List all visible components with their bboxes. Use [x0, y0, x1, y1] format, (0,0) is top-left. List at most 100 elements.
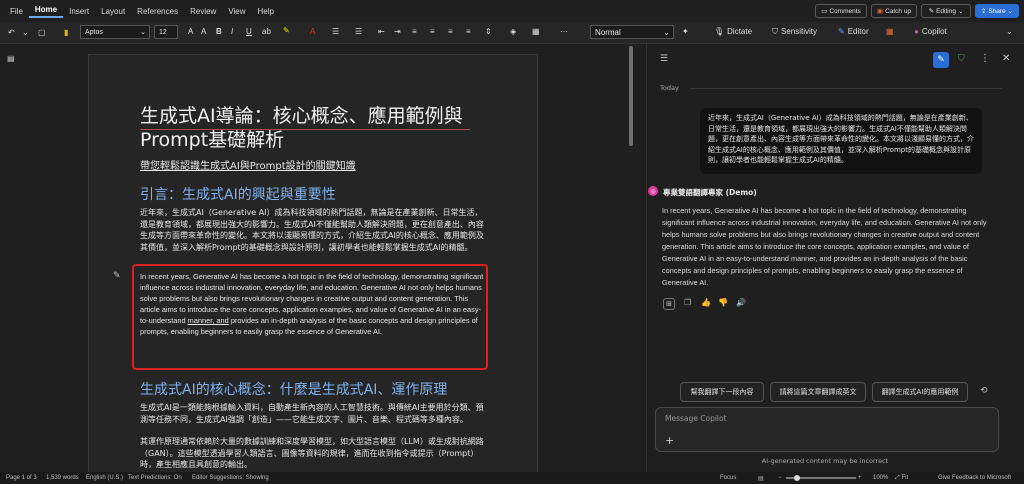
title-underline: [140, 129, 470, 130]
zoom-level[interactable]: 100%: [873, 475, 888, 481]
styles-pane-icon[interactable]: ✦: [682, 27, 689, 36]
align-left-icon[interactable]: ≡: [412, 27, 417, 36]
align-center-icon[interactable]: ≡: [430, 27, 435, 36]
chevron-down-icon: ⌄: [663, 27, 670, 37]
suggestion-chip-3[interactable]: 翻譯生成式AI的應用範例: [872, 382, 968, 402]
heading-core-concepts[interactable]: 生成式AI的核心概念：什麼是生成式AI、運作原理: [140, 379, 447, 399]
share-label: Share: [988, 7, 1006, 15]
add-ins-icon[interactable]: ▦: [886, 27, 894, 36]
menu-file[interactable]: File: [4, 7, 29, 16]
catch-up-icon: ▣: [876, 8, 884, 15]
numbering-icon[interactable]: ☰: [355, 27, 362, 36]
paragraph-core-1[interactable]: 生成式AI是一類能夠根據輸入資料，自動產生新內容的人工智慧技術。與傳統AI主要用…: [140, 402, 485, 425]
thumbs-down-icon[interactable]: 👎: [718, 298, 728, 307]
suggestion-chip-1[interactable]: 幫我翻譯下一段內容: [680, 382, 764, 402]
date-divider-line: [690, 88, 1002, 89]
thumbs-up-icon[interactable]: 👍: [701, 298, 711, 307]
feedback-link[interactable]: Give Feedback to Microsoft: [938, 475, 1011, 481]
copy-icon[interactable]: ❐: [684, 298, 691, 307]
increase-indent-icon[interactable]: ⇥: [394, 27, 401, 36]
clipboard-icon[interactable]: ▢: [38, 28, 46, 37]
share-button[interactable]: ⇪ Share ⌄: [975, 4, 1019, 18]
focus-mode-button[interactable]: Focus: [720, 475, 736, 481]
protected-shield-icon[interactable]: ⛉: [958, 54, 965, 64]
word-count[interactable]: 1,539 words: [46, 475, 79, 481]
page-count[interactable]: Page 1 of 3: [6, 475, 37, 481]
paragraph-core-2[interactable]: 其運作原理通常依賴於大量的數據訓練和深度學習模型，如大型語言模型（LLM）或生成…: [140, 436, 485, 471]
font-name-dropdown[interactable]: Aptos ⌄: [80, 25, 150, 39]
chevron-down-icon: ⌄: [957, 8, 964, 15]
more-options-icon[interactable]: ⋮: [980, 53, 990, 64]
copilot-label: Copilot: [921, 27, 947, 36]
undo-icon[interactable]: ↶: [8, 28, 15, 37]
font-color-icon[interactable]: A: [310, 27, 315, 36]
editing-mode-button[interactable]: ✎ Editing ⌄: [921, 4, 971, 18]
text-predictions-status[interactable]: Text Predictions: On: [128, 475, 182, 481]
highlight-icon[interactable]: ✎: [283, 26, 290, 35]
grow-font-icon[interactable]: A: [188, 27, 193, 36]
bullets-icon[interactable]: ☰: [332, 27, 339, 36]
line-spacing-icon[interactable]: ⇕: [485, 27, 492, 36]
menu-home[interactable]: Home: [28, 5, 64, 18]
shading-icon[interactable]: ◈: [510, 27, 516, 36]
italic-button[interactable]: I: [231, 27, 233, 36]
menu-layout[interactable]: Layout: [95, 7, 131, 16]
bold-button[interactable]: B: [216, 27, 222, 36]
editor-suggestions-status[interactable]: Editor Suggestions: Showing: [192, 475, 269, 481]
menu-review[interactable]: Review: [184, 7, 222, 16]
navigation-pane-icon[interactable]: ▤: [7, 54, 15, 63]
comments-button[interactable]: ▭ Comments: [815, 4, 867, 18]
copilot-button[interactable]: ● Copilot: [914, 27, 947, 36]
align-right-icon[interactable]: ≡: [448, 27, 453, 36]
prompt-guide-icon[interactable]: ⟲: [980, 386, 988, 396]
strikethrough-icon[interactable]: ab: [262, 27, 271, 36]
add-attachment-icon[interactable]: +: [665, 434, 674, 447]
zoom-slider-thumb[interactable]: [794, 475, 800, 481]
menu-references[interactable]: References: [131, 7, 184, 16]
more-options-icon[interactable]: ⋯: [560, 27, 568, 36]
new-chat-icon[interactable]: ✎: [933, 52, 949, 68]
decrease-indent-icon[interactable]: ⇤: [378, 27, 385, 36]
insert-icon[interactable]: ⊞: [663, 298, 675, 310]
borders-icon[interactable]: ▦: [532, 27, 540, 36]
style-dropdown[interactable]: Normal ⌄: [590, 25, 674, 39]
user-message-bubble: 近年來，生成式AI（Generative AI）成為科技領域的熱門話題，無論是在…: [700, 108, 982, 174]
speaker-icon[interactable]: 🔊: [736, 298, 746, 307]
document-title[interactable]: 生成式AI導論：核心概念、應用範例與Prompt基礎解析: [140, 104, 480, 152]
zoom-in-icon[interactable]: +: [858, 475, 862, 481]
message-input[interactable]: Message Copilot: [665, 414, 727, 423]
suggestion-chip-2[interactable]: 請將這篇文章翻譯成英文: [770, 382, 866, 402]
rewrite-icon[interactable]: ✎: [113, 271, 121, 281]
menu-insert[interactable]: Insert: [63, 7, 95, 16]
editor-button[interactable]: ✎ Editor: [838, 27, 869, 36]
sensitivity-button[interactable]: ⛉ Sensitivity: [772, 27, 817, 37]
justify-icon[interactable]: ≡: [466, 27, 471, 36]
shield-icon: ⛉: [772, 27, 778, 36]
menu-view[interactable]: View: [222, 7, 251, 16]
redo-icon[interactable]: ⌄: [22, 28, 29, 37]
menu-help[interactable]: Help: [252, 7, 280, 16]
view-mode-icon[interactable]: ▤: [758, 475, 764, 482]
underline-button[interactable]: U: [246, 27, 252, 36]
dictate-label: Dictate: [727, 27, 753, 36]
dictate-button[interactable]: 🎙 Dictate: [714, 27, 752, 36]
close-icon[interactable]: ✕: [1002, 53, 1010, 64]
paragraph-intro-zh[interactable]: 近年來，生成式AI（Generative AI）成為科技領域的熱門話題，無論是在…: [140, 207, 485, 253]
document-subtitle[interactable]: 帶您輕鬆認識生成式AI與Prompt設計的關鍵知識: [140, 157, 356, 172]
format-painter-icon[interactable]: ▮: [64, 28, 68, 37]
shrink-font-icon[interactable]: A: [201, 27, 206, 36]
document-scrollbar-thumb[interactable]: [629, 46, 633, 146]
menu-icon[interactable]: ☰: [660, 54, 668, 64]
catch-up-button[interactable]: ▣ Catch up: [871, 4, 917, 18]
copilot-icon: ●: [914, 27, 919, 36]
ribbon-overflow-icon[interactable]: ⌄: [1006, 27, 1013, 36]
date-divider: Today: [660, 84, 679, 92]
zoom-out-icon[interactable]: −: [778, 475, 782, 481]
message-input-box[interactable]: Message Copilot +: [655, 407, 999, 452]
status-bar: Page 1 of 3 1,539 words English (U.S.) T…: [0, 472, 1024, 484]
language-status[interactable]: English (U.S.): [86, 475, 123, 481]
heading-introduction[interactable]: 引言：生成式AI的興起與重要性: [140, 184, 336, 204]
fit-button[interactable]: ⤢ Fit: [895, 475, 908, 482]
font-size-dropdown[interactable]: 12: [154, 25, 178, 39]
chevron-down-icon: ⌄: [1007, 8, 1014, 15]
